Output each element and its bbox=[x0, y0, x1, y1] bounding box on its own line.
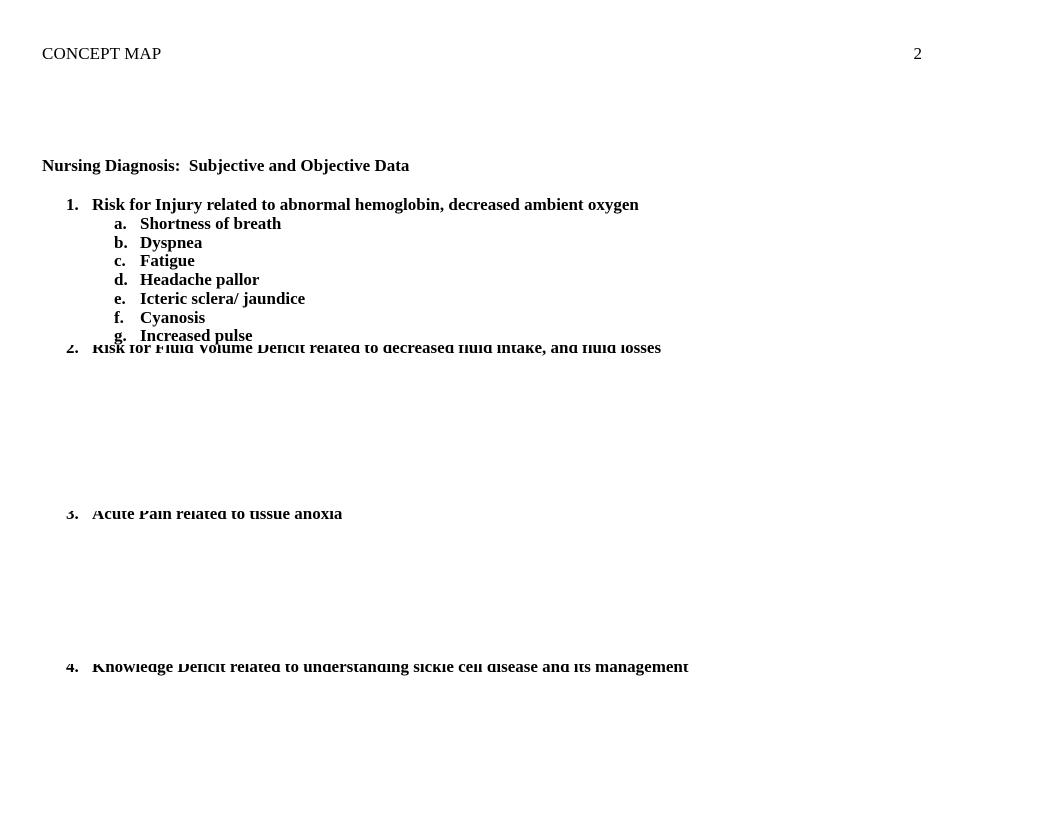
list-item: 1. Risk for Injury related to abnormal h… bbox=[66, 195, 639, 215]
list-item-text: Acute Pain related to tissue anoxia bbox=[92, 511, 343, 523]
list-item-marker: a. bbox=[114, 214, 127, 233]
list-item-marker: g. bbox=[114, 326, 127, 346]
page-number: 2 bbox=[913, 44, 923, 63]
list-item-text: Risk for Fluid Volume Deficit related to… bbox=[92, 345, 662, 357]
list-item-text: Cyanosis bbox=[140, 307, 206, 327]
list-item: g. Increased pulse bbox=[114, 326, 253, 346]
list-item-text: Risk for Injury related to abnormal hemo… bbox=[92, 195, 639, 214]
list-item-marker: d. bbox=[114, 270, 128, 290]
list-item: 3. Acute Pain related to tissue anoxia bbox=[66, 511, 342, 525]
list-item-marker: b. bbox=[114, 232, 128, 252]
list-item-text: Shortness of breath bbox=[140, 214, 282, 233]
section-heading: Nursing Diagnosis: Subjective and Object… bbox=[42, 156, 410, 175]
list-item: b. Dyspnea bbox=[114, 233, 202, 253]
list-item-marker: 3. bbox=[66, 511, 79, 523]
list-item-text: Fatigue bbox=[140, 251, 195, 271]
list-item-text: Increased pulse bbox=[140, 326, 253, 346]
list-item-marker: f. bbox=[114, 307, 124, 327]
list-item: f. Cyanosis bbox=[114, 308, 205, 328]
page-header: CONCEPT MAP 2 bbox=[42, 44, 922, 68]
list-item-marker: e. bbox=[114, 288, 126, 308]
list-item-marker: 1. bbox=[66, 195, 79, 214]
list-item-text: Headache pallor bbox=[140, 270, 260, 290]
list-item-marker: c. bbox=[114, 251, 126, 271]
list-item-text: Icteric sclera/ jaundice bbox=[140, 288, 306, 308]
list-item: 2. Risk for Fluid Volume Deficit related… bbox=[66, 345, 661, 359]
list-item-text: Dyspnea bbox=[140, 232, 203, 252]
list-item: c. Fatigue bbox=[114, 251, 195, 271]
list-item-text: Knowledge Deficit related to understandi… bbox=[92, 664, 689, 676]
list-item-marker: 2. bbox=[66, 345, 79, 357]
list-item: 4. Knowledge Deficit related to understa… bbox=[66, 664, 689, 678]
list-item-marker: 4. bbox=[66, 664, 79, 676]
header-title: CONCEPT MAP bbox=[42, 44, 162, 63]
list-item: a. Shortness of breath bbox=[114, 214, 281, 234]
document-page: CONCEPT MAP 2 Nursing Diagnosis: Subject… bbox=[0, 0, 1062, 822]
list-item: e. Icteric sclera/ jaundice bbox=[114, 289, 305, 309]
list-item: d. Headache pallor bbox=[114, 270, 259, 290]
